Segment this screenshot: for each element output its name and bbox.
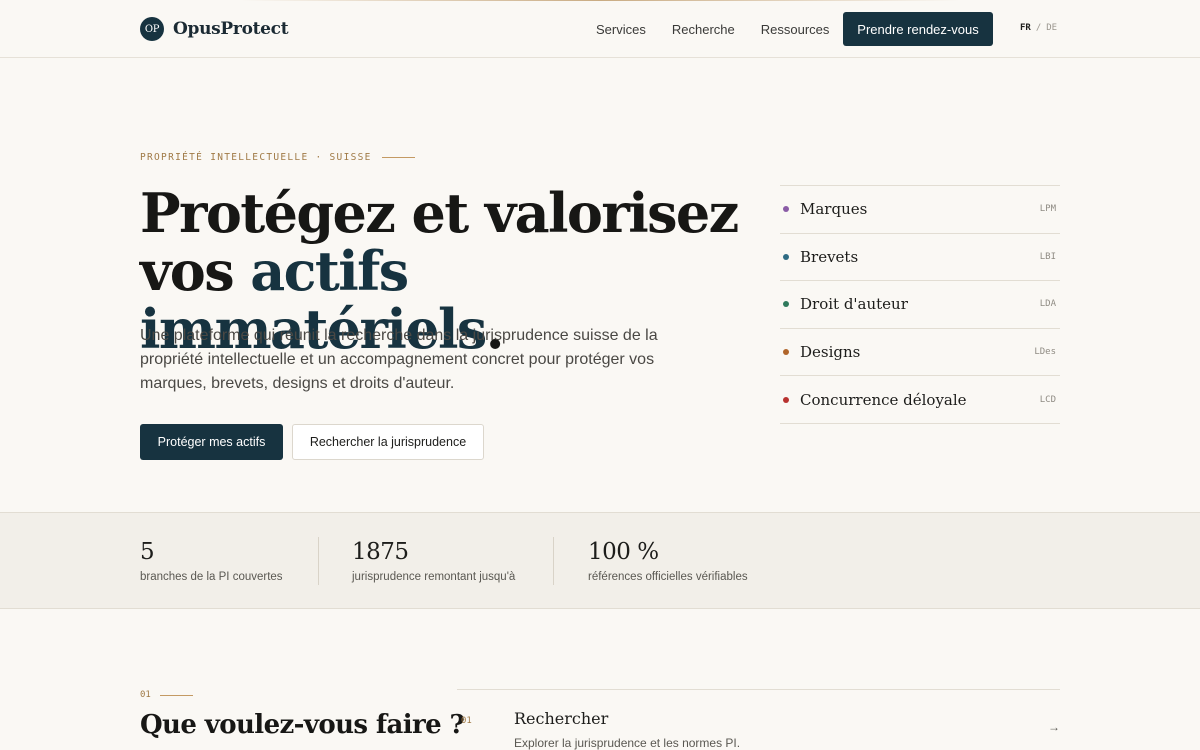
headline-line1: Protégez et valorisez — [140, 181, 739, 245]
logo-text: OpusProtect — [173, 19, 289, 39]
eyebrow-text: PROPRIÉTÉ INTELLECTUELLE · SUISSE — [140, 152, 372, 163]
branch-dot-icon — [783, 349, 789, 356]
branch-name: Concurrence déloyale — [800, 390, 967, 409]
branch-name: Droit d'auteur — [800, 295, 908, 314]
branch-item-concurrence-deloyale[interactable]: Concurrence déloyale LCD — [780, 376, 1060, 424]
stat-label: jurisprudence remontant jusqu'à — [352, 571, 516, 583]
logo-mark-icon: OP — [140, 17, 164, 41]
language-switcher: FR / DE — [1020, 23, 1057, 33]
action-number: 01 — [461, 716, 472, 726]
branch-name: Brevets — [800, 247, 859, 266]
branch-dot-icon — [783, 206, 789, 213]
nav-item-services[interactable]: Services — [596, 22, 646, 37]
branch-code: LBI — [1039, 251, 1056, 262]
lang-de[interactable]: DE — [1046, 23, 1057, 33]
branch-code: LDes — [1034, 347, 1056, 358]
main-nav: Services Recherche Ressources — [596, 22, 829, 37]
stat-branches: 5 branches de la PI couvertes — [140, 539, 283, 583]
branch-dot-icon — [783, 253, 789, 260]
branch-code: LCD — [1039, 394, 1056, 405]
branch-code: LPM — [1039, 204, 1056, 215]
lang-fr[interactable]: FR — [1020, 23, 1031, 33]
stat-value: 5 — [140, 539, 155, 565]
section-number-rule — [159, 694, 193, 696]
stat-value: 1875 — [352, 539, 409, 565]
search-case-law-button[interactable]: Rechercher la jurisprudence — [292, 424, 484, 460]
eyebrow-rule — [381, 157, 415, 158]
lang-separator: / — [1035, 23, 1042, 33]
stat-divider — [318, 537, 319, 585]
stat-value: 100 % — [588, 539, 659, 565]
section-number: 01 — [140, 690, 193, 700]
stat-label: références officielles vérifiables — [588, 571, 748, 583]
branch-name: Marques — [800, 200, 868, 219]
action-divider — [457, 689, 1060, 690]
stat-references: 100 % références officielles vérifiables — [588, 539, 748, 583]
site-header: OP OpusProtect Services Recherche Ressou… — [0, 0, 1200, 58]
section-number-text: 01 — [140, 690, 151, 700]
hero-lede: Une plateforme qui réunit la recherche d… — [140, 327, 658, 392]
branch-item-droit-auteur[interactable]: Droit d'auteur LDA — [780, 281, 1060, 329]
stats-band: 5 branches de la PI couvertes 1875 juris… — [0, 512, 1200, 609]
action-search-title[interactable]: Rechercher — [514, 709, 608, 728]
nav-item-ressources[interactable]: Ressources — [761, 22, 830, 37]
stat-case-law: 1875 jurisprudence remontant jusqu'à — [352, 539, 515, 583]
branch-name: Designs — [800, 343, 861, 362]
section-title: Que voulez-vous faire ? — [140, 710, 465, 740]
ip-branches-list: Marques LPM Brevets LBI Droit d'auteur L… — [780, 185, 1060, 424]
branch-code: LDA — [1039, 299, 1056, 310]
protect-assets-button[interactable]: Protéger mes actifs — [140, 424, 283, 460]
branch-item-marques[interactable]: Marques LPM — [780, 186, 1060, 234]
branch-item-brevets[interactable]: Brevets LBI — [780, 234, 1060, 282]
branch-item-designs[interactable]: Designs LDes — [780, 329, 1060, 377]
arrow-right-icon[interactable]: → — [1048, 720, 1060, 734]
headline-line2-start: vos — [140, 239, 251, 303]
nav-item-recherche[interactable]: Recherche — [672, 22, 735, 37]
header-accent-line — [240, 0, 960, 1]
logo[interactable]: OP OpusProtect — [140, 17, 289, 41]
hero-eyebrow: PROPRIÉTÉ INTELLECTUELLE · SUISSE — [140, 152, 415, 163]
branch-dot-icon — [783, 396, 789, 403]
stat-divider — [553, 537, 554, 585]
action-search-description: Explorer la jurisprudence et les normes … — [514, 736, 741, 750]
stat-label: branches de la PI couvertes — [140, 571, 283, 583]
branch-dot-icon — [783, 301, 789, 308]
book-appointment-button[interactable]: Prendre rendez-vous — [843, 12, 993, 46]
